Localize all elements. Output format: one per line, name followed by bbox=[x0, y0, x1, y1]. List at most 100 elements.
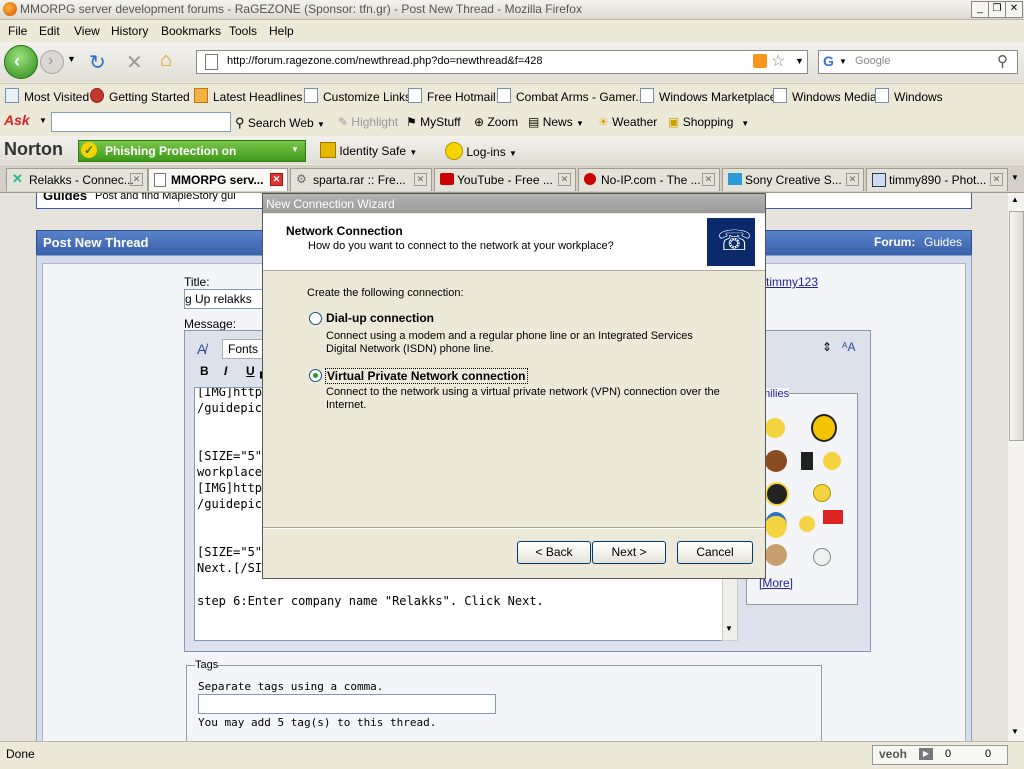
lock-icon bbox=[320, 142, 336, 158]
weather-button[interactable]: ☀ Weather bbox=[598, 115, 657, 129]
menu-edit[interactable]: Edit bbox=[39, 24, 60, 38]
reload-icon[interactable]: ↻ bbox=[89, 50, 106, 75]
zoom-icon: ⊕ bbox=[474, 115, 485, 129]
back-button[interactable]: ‹ bbox=[4, 45, 38, 79]
bookmark-customize-links[interactable]: Customize Links bbox=[304, 88, 411, 104]
url-bar[interactable]: http://forum.ragezone.com/newthread.php?… bbox=[196, 50, 808, 74]
bag-icon: ⚑ bbox=[406, 115, 417, 129]
highlight-button[interactable]: ✎ Highlight bbox=[338, 115, 398, 129]
history-dropdown-icon[interactable]: ▼ bbox=[67, 54, 76, 64]
tab-close-icon[interactable]: ✕ bbox=[270, 173, 283, 186]
search-icon[interactable]: ⚲ bbox=[997, 52, 1008, 70]
firefox-icon bbox=[90, 88, 104, 103]
highlighter-icon: ✎ bbox=[338, 115, 349, 129]
back-button[interactable]: < Back bbox=[517, 541, 591, 564]
check-icon: ✓ bbox=[81, 142, 97, 158]
menu-file[interactable]: File bbox=[8, 24, 27, 38]
tab-noip[interactable]: No-IP.com - The ... ✕ bbox=[578, 168, 720, 191]
stop-icon[interactable]: ✕ bbox=[126, 50, 143, 75]
sony-icon bbox=[728, 173, 742, 185]
page-icon bbox=[205, 54, 218, 70]
phishing-dropdown-icon[interactable]: ▼ bbox=[291, 145, 299, 154]
next-button[interactable]: Next > bbox=[592, 541, 666, 564]
bookmark-windows[interactable]: Windows bbox=[875, 88, 943, 104]
tab-close-icon[interactable]: ✕ bbox=[414, 173, 427, 186]
rss-icon[interactable] bbox=[753, 54, 767, 68]
veoh-logo: veoh bbox=[879, 747, 908, 761]
scroll-up-icon[interactable]: ▲ bbox=[1011, 195, 1019, 204]
youtube-icon bbox=[440, 173, 454, 185]
veoh-count-2: 0 bbox=[985, 748, 992, 760]
dialog-title-bar[interactable]: New Connection Wizard bbox=[263, 194, 765, 213]
status-text: Done bbox=[6, 747, 35, 761]
bookmark-combat-arms[interactable]: Combat Arms - Gamer... bbox=[497, 88, 645, 104]
home-icon[interactable]: ⌂ bbox=[160, 49, 172, 72]
tab-sony[interactable]: Sony Creative S... ✕ bbox=[722, 168, 864, 191]
news-button[interactable]: ▤ News ▼ bbox=[528, 115, 584, 129]
logins-button[interactable]: Log-ins ▼ bbox=[445, 142, 517, 160]
menu-view[interactable]: View bbox=[74, 24, 100, 38]
menu-bookmarks[interactable]: Bookmarks bbox=[161, 24, 221, 38]
dialog-title: New Connection Wizard bbox=[266, 197, 395, 211]
bookmark-latest-headlines[interactable]: Latest Headlines bbox=[194, 88, 302, 104]
dialog-subheading: How do you want to connect to the networ… bbox=[308, 240, 614, 252]
tab-close-icon[interactable]: ✕ bbox=[558, 173, 571, 186]
tab-close-icon[interactable]: ✕ bbox=[846, 173, 859, 186]
tab-close-icon[interactable]: ✕ bbox=[702, 173, 715, 186]
play-icon[interactable]: ▶ bbox=[919, 748, 933, 760]
dialup-label[interactable]: Dial-up connection bbox=[326, 311, 434, 325]
tab-list-dropdown-icon[interactable]: ▼ bbox=[1011, 173, 1019, 182]
tab-close-icon[interactable]: ✕ bbox=[990, 173, 1003, 186]
vpn-radio[interactable] bbox=[309, 369, 322, 382]
page-scrollbar[interactable]: ▲ ▼ bbox=[1008, 193, 1024, 741]
page-icon bbox=[640, 88, 654, 103]
maximize-button[interactable]: ❐ bbox=[988, 1, 1006, 18]
bookmark-windows-marketplace[interactable]: Windows Marketplace bbox=[640, 88, 776, 104]
shopping-button[interactable]: ▣ Shopping ▼ bbox=[668, 115, 749, 129]
page-icon bbox=[408, 88, 422, 103]
ask-search-input[interactable] bbox=[51, 112, 231, 132]
forward-arrow-icon: › bbox=[48, 52, 54, 69]
minimize-button[interactable]: _ bbox=[971, 1, 989, 18]
close-button[interactable]: ✕ bbox=[1005, 1, 1023, 18]
forward-button[interactable]: › bbox=[40, 50, 64, 74]
search-bar[interactable]: G ▼ Google ⚲ bbox=[818, 50, 1018, 74]
bookmark-windows-media[interactable]: Windows Media bbox=[773, 88, 877, 104]
bookmark-most-visited[interactable]: Most Visited bbox=[5, 88, 89, 104]
menu-help[interactable]: Help bbox=[269, 24, 294, 38]
tab-sparta[interactable]: ⚙ sparta.rar :: Fre... ✕ bbox=[290, 168, 432, 191]
phishing-protection-button[interactable]: ✓ Phishing Protection on ▼ bbox=[78, 140, 306, 162]
menu-tools[interactable]: Tools bbox=[229, 24, 257, 38]
bookmark-getting-started[interactable]: Getting Started bbox=[90, 88, 190, 104]
menu-history[interactable]: History bbox=[111, 24, 148, 38]
dialog-header: Network Connection How do you want to co… bbox=[263, 214, 765, 271]
identity-safe-button[interactable]: Identity Safe ▼ bbox=[320, 142, 417, 158]
ask-dropdown-icon[interactable]: ▼ bbox=[39, 116, 47, 125]
ask-logo[interactable]: Ask bbox=[4, 112, 30, 128]
cancel-button[interactable]: Cancel bbox=[677, 541, 753, 564]
tab-youtube[interactable]: YouTube - Free ... ✕ bbox=[434, 168, 576, 191]
url-dropdown-icon[interactable]: ▼ bbox=[795, 56, 804, 66]
bookmark-free-hotmail[interactable]: Free Hotmail bbox=[408, 88, 496, 104]
zoom-button[interactable]: ⊕ Zoom bbox=[474, 115, 518, 129]
status-bar: Done veoh ▶ 0 0 bbox=[0, 741, 1024, 769]
menu-bar: File Edit View History Bookmarks Tools H… bbox=[0, 20, 1024, 41]
mystuff-button[interactable]: ⚑ MyStuff bbox=[406, 115, 461, 129]
url-text: http://forum.ragezone.com/newthread.php?… bbox=[227, 55, 543, 67]
veoh-widget[interactable]: veoh ▶ 0 0 bbox=[872, 745, 1008, 765]
vpn-label[interactable]: Virtual Private Network connection bbox=[325, 368, 528, 384]
bookmark-star-icon[interactable]: ☆ bbox=[771, 51, 785, 71]
tab-relakks[interactable]: ✕ Relakks - Connec... ✕ bbox=[6, 168, 148, 191]
dialup-radio[interactable] bbox=[309, 312, 322, 325]
engine-dropdown-icon[interactable]: ▼ bbox=[839, 57, 847, 66]
tab-close-icon[interactable]: ✕ bbox=[130, 173, 143, 186]
scroll-down-icon[interactable]: ▼ bbox=[1011, 727, 1019, 736]
tab-mmorpg[interactable]: MMORPG serv... ✕ bbox=[148, 168, 288, 191]
google-icon[interactable]: G bbox=[823, 53, 834, 69]
tab-timmy[interactable]: timmy890 - Phot... ✕ bbox=[866, 168, 1008, 191]
bookmarks-toolbar: Most Visited Getting Started Latest Head… bbox=[0, 83, 1024, 106]
sun-icon: ☀ bbox=[598, 115, 609, 129]
vpn-description: Connect to the network using a virtual p… bbox=[326, 386, 720, 411]
search-web-button[interactable]: ⚲ Search Web ▼ bbox=[235, 115, 325, 131]
scroll-thumb[interactable] bbox=[1009, 211, 1024, 441]
